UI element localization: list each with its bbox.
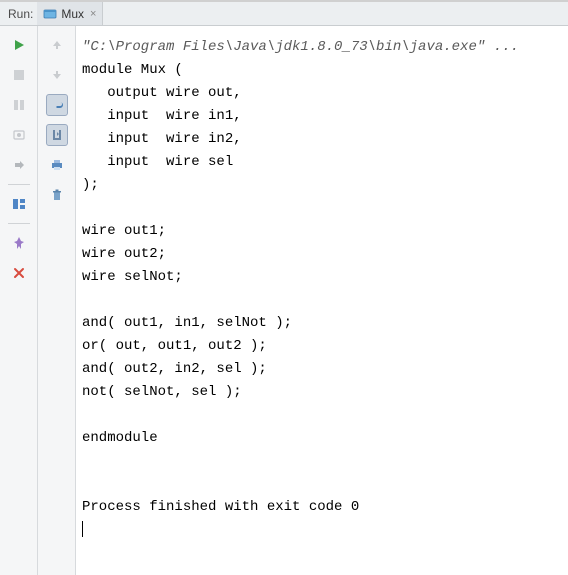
output-line: wire out2; [82,246,166,262]
up-arrow-icon[interactable] [46,34,68,56]
output-line: and( out1, in1, selNot ); [82,315,292,331]
stop-button[interactable] [8,64,30,86]
run-controls-gutter [0,26,38,575]
output-line: input wire in1, [82,108,242,124]
output-line: and( out2, in2, sel ); [82,361,267,377]
run-panel-body: "C:\Program Files\Java\jdk1.8.0_73\bin\j… [0,26,568,575]
dump-threads-button[interactable] [8,124,30,146]
output-line: wire out1; [82,223,166,239]
separator [8,223,30,224]
soft-wrap-button[interactable] [46,94,68,116]
output-line: module Mux ( [82,62,183,78]
down-arrow-icon[interactable] [46,64,68,86]
application-icon [43,7,57,21]
output-line: ); [82,177,99,193]
command-line: "C:\Program Files\Java\jdk1.8.0_73\bin\j… [82,39,519,55]
layout-button[interactable] [8,193,30,215]
clear-all-button[interactable] [46,184,68,206]
output-line: not( selNot, sel ); [82,384,242,400]
pin-button[interactable] [8,232,30,254]
run-tab-mux[interactable]: Mux × [37,2,103,25]
output-line: input wire sel [82,154,233,170]
console-tools-gutter [38,26,76,575]
output-line: input wire in2, [82,131,242,147]
output-line: output wire out, [82,85,242,101]
exit-button[interactable] [8,154,30,176]
text-cursor [82,521,83,537]
console-output[interactable]: "C:\Program Files\Java\jdk1.8.0_73\bin\j… [76,26,568,575]
close-icon[interactable]: × [90,8,96,20]
exit-message: Process finished with exit code 0 [82,499,359,515]
output-line: or( out, out1, out2 ); [82,338,267,354]
separator [8,184,30,185]
run-label: Run: [4,7,37,21]
scroll-to-end-button[interactable] [46,124,68,146]
output-line: wire selNot; [82,269,183,285]
output-line: endmodule [82,430,158,446]
close-panel-button[interactable] [8,262,30,284]
tab-label: Mux [61,7,84,21]
run-panel-header: Run: Mux × [0,2,568,26]
pause-button[interactable] [8,94,30,116]
print-button[interactable] [46,154,68,176]
rerun-button[interactable] [8,34,30,56]
